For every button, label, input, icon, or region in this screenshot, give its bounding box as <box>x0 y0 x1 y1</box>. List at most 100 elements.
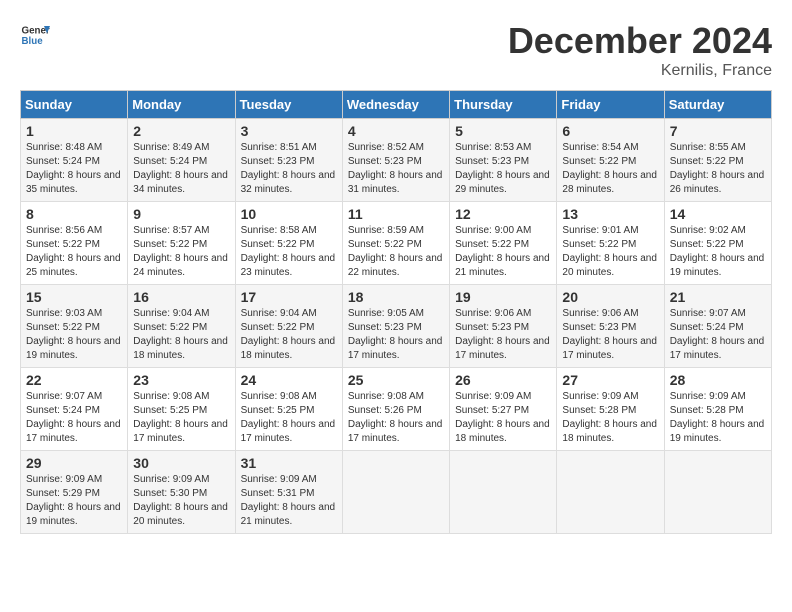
day-info: Sunrise: 9:07 AMSunset: 5:24 PMDaylight:… <box>670 307 766 363</box>
calendar-day-cell: 1 Sunrise: 8:48 AMSunset: 5:24 PMDaylight… <box>21 119 128 202</box>
calendar-header-row: SundayMondayTuesdayWednesdayThursdayFrid… <box>21 91 772 119</box>
calendar-day-cell: 28 Sunrise: 9:09 AMSunset: 5:28 PMDayligh… <box>664 368 771 451</box>
day-number: 4 <box>348 123 444 139</box>
day-number: 7 <box>670 123 766 139</box>
day-number: 12 <box>455 206 551 222</box>
header-day-monday: Monday <box>128 91 235 119</box>
day-info: Sunrise: 8:51 AMSunset: 5:23 PMDaylight:… <box>241 141 337 197</box>
calendar-day-cell: 13 Sunrise: 9:01 AMSunset: 5:22 PMDayligh… <box>557 202 664 285</box>
day-info: Sunrise: 9:06 AMSunset: 5:23 PMDaylight:… <box>455 307 551 363</box>
calendar-day-cell: 31Sunrise: 9:09 AMSunset: 5:31 PMDayligh… <box>235 451 342 534</box>
day-info: Sunrise: 9:07 AMSunset: 5:24 PMDaylight:… <box>26 390 122 446</box>
day-info: Sunrise: 8:58 AMSunset: 5:22 PMDaylight:… <box>241 224 337 280</box>
day-info: Sunrise: 9:04 AMSunset: 5:22 PMDaylight:… <box>241 307 337 363</box>
calendar-week-row: 22 Sunrise: 9:07 AMSunset: 5:24 PMDayligh… <box>21 368 772 451</box>
day-info: Sunrise: 9:09 AMSunset: 5:31 PMDaylight:… <box>241 473 337 529</box>
empty-cell <box>557 451 664 534</box>
day-info: Sunrise: 9:06 AMSunset: 5:23 PMDaylight:… <box>562 307 658 363</box>
day-number: 13 <box>562 206 658 222</box>
calendar-day-cell: 20 Sunrise: 9:06 AMSunset: 5:23 PMDayligh… <box>557 285 664 368</box>
calendar-day-cell: 19 Sunrise: 9:06 AMSunset: 5:23 PMDayligh… <box>450 285 557 368</box>
day-info: Sunrise: 9:09 AMSunset: 5:28 PMDaylight:… <box>670 390 766 446</box>
header-day-thursday: Thursday <box>450 91 557 119</box>
day-info: Sunrise: 9:09 AMSunset: 5:27 PMDaylight:… <box>455 390 551 446</box>
calendar-day-cell: 9 Sunrise: 8:57 AMSunset: 5:22 PMDaylight… <box>128 202 235 285</box>
calendar-table: SundayMondayTuesdayWednesdayThursdayFrid… <box>20 90 772 534</box>
calendar-week-row: 15 Sunrise: 9:03 AMSunset: 5:22 PMDayligh… <box>21 285 772 368</box>
day-number: 25 <box>348 372 444 388</box>
day-number: 28 <box>670 372 766 388</box>
day-number: 24 <box>241 372 337 388</box>
calendar-day-cell: 30Sunrise: 9:09 AMSunset: 5:30 PMDayligh… <box>128 451 235 534</box>
day-number: 16 <box>133 289 229 305</box>
title-block: December 2024 Kernilis, France <box>508 20 772 80</box>
calendar-day-cell: 8 Sunrise: 8:56 AMSunset: 5:22 PMDaylight… <box>21 202 128 285</box>
header-day-wednesday: Wednesday <box>342 91 449 119</box>
day-info: Sunrise: 9:05 AMSunset: 5:23 PMDaylight:… <box>348 307 444 363</box>
calendar-day-cell: 3 Sunrise: 8:51 AMSunset: 5:23 PMDaylight… <box>235 119 342 202</box>
calendar-week-row: 29Sunrise: 9:09 AMSunset: 5:29 PMDayligh… <box>21 451 772 534</box>
location-subtitle: Kernilis, France <box>508 62 772 80</box>
day-number: 5 <box>455 123 551 139</box>
calendar-day-cell: 17 Sunrise: 9:04 AMSunset: 5:22 PMDayligh… <box>235 285 342 368</box>
header-day-sunday: Sunday <box>21 91 128 119</box>
day-number: 18 <box>348 289 444 305</box>
calendar-week-row: 8 Sunrise: 8:56 AMSunset: 5:22 PMDaylight… <box>21 202 772 285</box>
empty-cell <box>450 451 557 534</box>
day-number: 2 <box>133 123 229 139</box>
day-number: 1 <box>26 123 122 139</box>
day-info: Sunrise: 8:54 AMSunset: 5:22 PMDaylight:… <box>562 141 658 197</box>
day-number: 9 <box>133 206 229 222</box>
day-number: 11 <box>348 206 444 222</box>
day-info: Sunrise: 8:52 AMSunset: 5:23 PMDaylight:… <box>348 141 444 197</box>
header-day-friday: Friday <box>557 91 664 119</box>
logo: General Blue <box>20 20 50 50</box>
calendar-day-cell: 24 Sunrise: 9:08 AMSunset: 5:25 PMDayligh… <box>235 368 342 451</box>
day-info: Sunrise: 9:09 AMSunset: 5:30 PMDaylight:… <box>133 473 229 529</box>
day-info: Sunrise: 8:56 AMSunset: 5:22 PMDaylight:… <box>26 224 122 280</box>
day-number: 22 <box>26 372 122 388</box>
day-info: Sunrise: 9:00 AMSunset: 5:22 PMDaylight:… <box>455 224 551 280</box>
day-number: 17 <box>241 289 337 305</box>
day-number: 15 <box>26 289 122 305</box>
calendar-day-cell: 15 Sunrise: 9:03 AMSunset: 5:22 PMDayligh… <box>21 285 128 368</box>
day-info: Sunrise: 9:04 AMSunset: 5:22 PMDaylight:… <box>133 307 229 363</box>
day-info: Sunrise: 9:01 AMSunset: 5:22 PMDaylight:… <box>562 224 658 280</box>
calendar-day-cell: 29Sunrise: 9:09 AMSunset: 5:29 PMDayligh… <box>21 451 128 534</box>
day-number: 27 <box>562 372 658 388</box>
day-number: 20 <box>562 289 658 305</box>
logo-icon: General Blue <box>20 20 50 50</box>
page-header: General Blue December 2024 Kernilis, Fra… <box>20 20 772 80</box>
day-info: Sunrise: 8:49 AMSunset: 5:24 PMDaylight:… <box>133 141 229 197</box>
calendar-day-cell: 10Sunrise: 8:58 AMSunset: 5:22 PMDayligh… <box>235 202 342 285</box>
calendar-day-cell: 21Sunrise: 9:07 AMSunset: 5:24 PMDayligh… <box>664 285 771 368</box>
calendar-day-cell: 11 Sunrise: 8:59 AMSunset: 5:22 PMDayligh… <box>342 202 449 285</box>
calendar-day-cell: 6Sunrise: 8:54 AMSunset: 5:22 PMDaylight… <box>557 119 664 202</box>
calendar-day-cell: 12 Sunrise: 9:00 AMSunset: 5:22 PMDayligh… <box>450 202 557 285</box>
header-day-tuesday: Tuesday <box>235 91 342 119</box>
day-info: Sunrise: 9:09 AMSunset: 5:28 PMDaylight:… <box>562 390 658 446</box>
day-info: Sunrise: 8:48 AMSunset: 5:24 PMDaylight:… <box>26 141 122 197</box>
day-number: 26 <box>455 372 551 388</box>
svg-text:Blue: Blue <box>22 36 44 47</box>
calendar-day-cell: 26 Sunrise: 9:09 AMSunset: 5:27 PMDayligh… <box>450 368 557 451</box>
day-number: 19 <box>455 289 551 305</box>
calendar-week-row: 1 Sunrise: 8:48 AMSunset: 5:24 PMDaylight… <box>21 119 772 202</box>
day-info: Sunrise: 8:59 AMSunset: 5:22 PMDaylight:… <box>348 224 444 280</box>
calendar-day-cell: 18 Sunrise: 9:05 AMSunset: 5:23 PMDayligh… <box>342 285 449 368</box>
day-info: Sunrise: 9:08 AMSunset: 5:25 PMDaylight:… <box>133 390 229 446</box>
day-info: Sunrise: 9:03 AMSunset: 5:22 PMDaylight:… <box>26 307 122 363</box>
day-info: Sunrise: 8:57 AMSunset: 5:22 PMDaylight:… <box>133 224 229 280</box>
day-number: 8 <box>26 206 122 222</box>
day-info: Sunrise: 9:08 AMSunset: 5:25 PMDaylight:… <box>241 390 337 446</box>
calendar-day-cell: 25Sunrise: 9:08 AMSunset: 5:26 PMDayligh… <box>342 368 449 451</box>
day-info: Sunrise: 8:53 AMSunset: 5:23 PMDaylight:… <box>455 141 551 197</box>
empty-cell <box>342 451 449 534</box>
calendar-day-cell: 16 Sunrise: 9:04 AMSunset: 5:22 PMDayligh… <box>128 285 235 368</box>
header-day-saturday: Saturday <box>664 91 771 119</box>
month-title: December 2024 <box>508 20 772 62</box>
calendar-day-cell: 4 Sunrise: 8:52 AMSunset: 5:23 PMDaylight… <box>342 119 449 202</box>
empty-cell <box>664 451 771 534</box>
day-number: 3 <box>241 123 337 139</box>
day-number: 29 <box>26 455 122 471</box>
